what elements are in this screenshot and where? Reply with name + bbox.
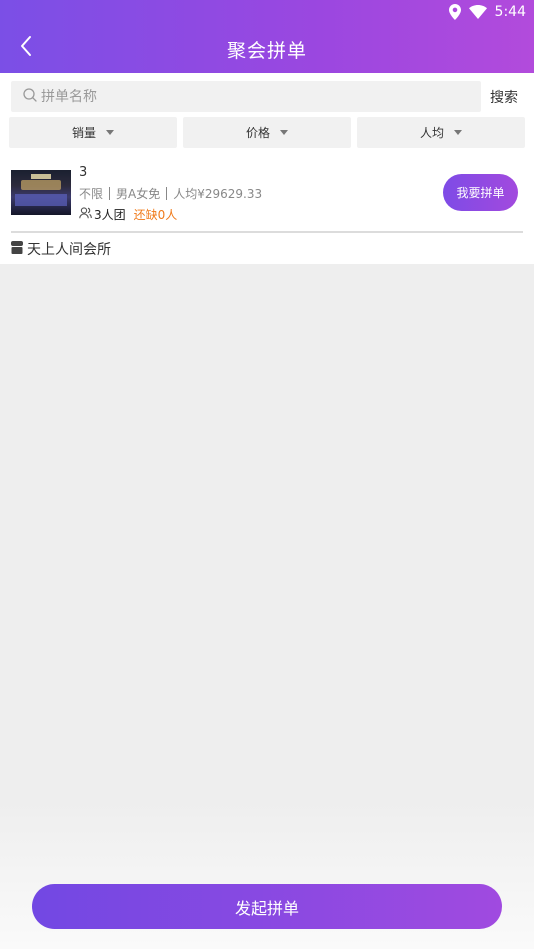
group-size: 3人团 (94, 208, 126, 222)
venue-name: 天上人间会所 (27, 242, 111, 258)
people-icon (79, 207, 92, 222)
filter-per-person[interactable]: 人均 (357, 117, 525, 148)
venue-link[interactable]: 天上人间会所 (11, 239, 111, 259)
search-box (11, 81, 481, 112)
search-button[interactable]: 搜索 (490, 87, 518, 107)
launch-group-button[interactable]: 发起拼单 (32, 884, 502, 929)
tag-divider (109, 187, 111, 200)
item-name: 3 (79, 165, 88, 180)
caret-down-icon (454, 130, 462, 135)
tag-price: 人均¥29629.33 (173, 187, 263, 201)
list-item[interactable]: 3 不限 男A女免 人均¥29629.33 3人团 还缺0人 我要拼单 (11, 165, 523, 231)
wifi-icon (468, 5, 487, 19)
remaining-count: 还缺0人 (133, 208, 178, 222)
filter-bar: 销量 价格 人均 (9, 117, 525, 148)
caret-down-icon (280, 130, 288, 135)
filter-label: 人均 (419, 126, 444, 140)
tag-gender: 不限 (79, 187, 104, 201)
filter-label: 价格 (245, 126, 270, 140)
search-icon (23, 87, 37, 106)
app-header: 5:44 聚会拼单 (0, 0, 534, 73)
filter-price[interactable]: 价格 (183, 117, 351, 148)
filter-label: 销量 (71, 126, 96, 140)
venue-thumbnail (11, 170, 71, 215)
tag-divider (166, 187, 168, 200)
store-icon (11, 240, 23, 258)
filter-sales[interactable]: 销量 (9, 117, 177, 148)
location-icon (448, 4, 461, 20)
divider (11, 231, 523, 233)
caret-down-icon (106, 130, 114, 135)
content-panel: 搜索 销量 价格 人均 3 不限 男A女免 人均¥29629.33 (0, 73, 534, 264)
join-button[interactable]: 我要拼单 (443, 174, 518, 211)
tag-fee: 男A女免 (116, 187, 161, 201)
status-time: 5:44 (494, 4, 526, 20)
status-bar: 5:44 (448, 0, 526, 24)
group-info: 3人团 还缺0人 (79, 206, 177, 223)
search-input[interactable] (41, 88, 461, 105)
page-title: 聚会拼单 (226, 40, 307, 62)
item-tags: 不限 男A女免 人均¥29629.33 (79, 185, 262, 202)
